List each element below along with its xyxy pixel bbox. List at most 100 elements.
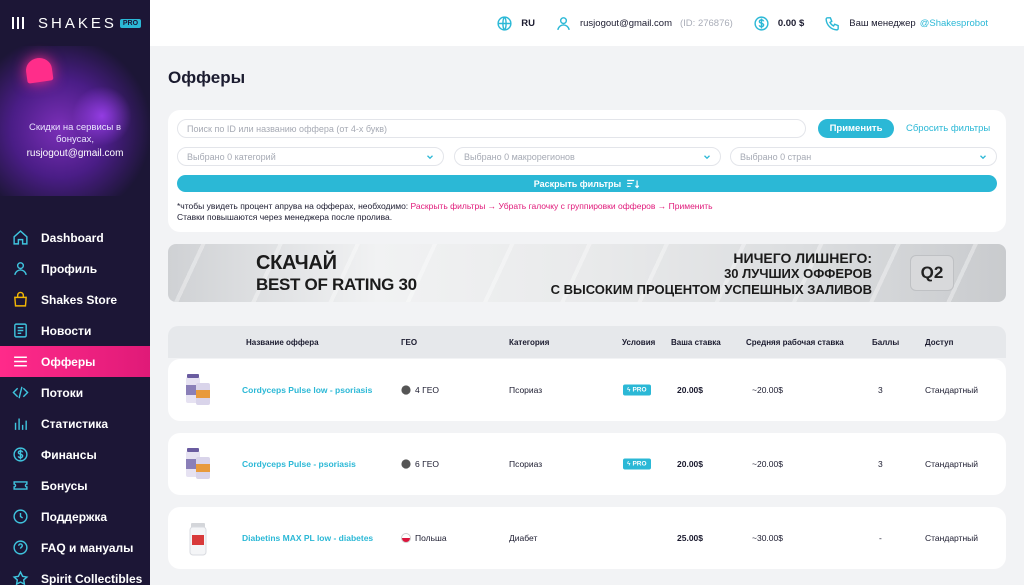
offer-category: Диабет (509, 533, 538, 543)
user-icon (12, 260, 29, 277)
header-points[interactable]: Баллы (872, 338, 899, 347)
offer-access: Стандартный (925, 533, 979, 543)
banner-left-line-1: СКАЧАЙ (256, 252, 337, 274)
logo-text: SHAKES (38, 14, 117, 32)
header-geo[interactable]: ГЕО (401, 338, 417, 347)
sidebar-item-profile[interactable]: Профиль (0, 253, 150, 284)
sidebar-item-bonuses[interactable]: Бонусы (0, 470, 150, 501)
offer-access: Стандартный (925, 385, 979, 395)
macroregion-select-value: Выбрано 0 макрорегионов (464, 151, 575, 162)
code-icon (12, 384, 29, 401)
offer-points: - (879, 533, 882, 543)
sidebar-item-news[interactable]: Новости (0, 315, 150, 346)
table-row[interactable]: Cordyceps Pulse - psoriasis 6 ГЕО Псориа… (168, 433, 1006, 495)
offer-avg-rate: ~20.00$ (752, 459, 783, 469)
main-content: Офферы Применить Сбросить фильтры Выбран… (150, 46, 1024, 585)
banner-right-line-3: С ВЫСОКИМ ПРОЦЕНТОМ УСПЕШНЫХ ЗАЛИВОВ (550, 282, 872, 297)
category-select[interactable]: Выбрано 0 категорий (177, 147, 444, 166)
search-input[interactable] (177, 119, 806, 138)
balance[interactable]: 0.00 $ (753, 15, 804, 32)
header-conditions[interactable]: Условия (622, 338, 655, 347)
header-access[interactable]: Доступ (925, 338, 953, 347)
header-avg-rate[interactable]: Средняя рабочая ставка (746, 338, 844, 347)
promo-banner[interactable]: Скидки на сервисы в бонусах, rusjogout@g… (0, 46, 150, 196)
promo-banner-rating[interactable]: СКАЧАЙ BEST OF RATING 30 НИЧЕГО ЛИШНЕГО:… (168, 244, 1006, 302)
sidebar-item-faq[interactable]: FAQ и мануалы (0, 532, 150, 563)
sidebar-item-finance[interactable]: Финансы (0, 439, 150, 470)
sidebar-nav: Dashboard Профиль Shakes Store Новости О… (0, 222, 150, 585)
table-row[interactable]: Cordyceps Pulse low - psoriasis 4 ГЕО Пс… (168, 359, 1006, 421)
sidebar-item-flows[interactable]: Потоки (0, 377, 150, 408)
sidebar-item-label: Офферы (41, 354, 96, 369)
table-row[interactable]: Diabetins MAX PL low - diabetes Польша Д… (168, 507, 1006, 569)
banner-left-text: СКАЧАЙ BEST OF RATING 30 (256, 252, 417, 296)
sidebar-item-label: Spirit Collectibles (41, 571, 143, 585)
sidebar-item-label: FAQ и мануалы (41, 540, 134, 555)
manager-contact[interactable]: Ваш менеджер @Shakesprobot (824, 15, 988, 32)
sidebar-item-label: Бонусы (41, 478, 88, 493)
offer-points: 3 (878, 385, 883, 395)
offers-table-header: Название оффера ГЕО Категория Условия Ва… (168, 326, 1006, 358)
page-title: Офферы (168, 68, 246, 87)
filter-note: *чтобы увидеть процент апрува на офферах… (177, 201, 713, 223)
sidebar-item-dashboard[interactable]: Dashboard (0, 222, 150, 253)
header-your-rate[interactable]: Ваша ставка (671, 338, 721, 347)
news-icon (12, 322, 29, 339)
reset-filters-link[interactable]: Сбросить фильтры (906, 123, 990, 134)
banner-right-line-1: НИЧЕГО ЛИШНЕГО: (733, 250, 872, 266)
manager-handle[interactable]: @Shakesprobot (920, 18, 988, 29)
user-account[interactable]: rusjogout@gmail.com (ID: 276876) (555, 15, 733, 32)
expand-filters-button[interactable]: Раскрыть фильтры (177, 175, 997, 192)
manager-label: Ваш менеджер (849, 17, 916, 29)
product-image (186, 448, 210, 479)
sidebar-item-store[interactable]: Shakes Store (0, 284, 150, 315)
ticket-icon (12, 477, 29, 494)
offer-name-link[interactable]: Cordyceps Pulse low - psoriasis (242, 385, 372, 395)
product-image (186, 374, 210, 405)
apply-button[interactable]: Применить (818, 119, 894, 138)
logo[interactable]: SHAKES PRO (38, 14, 142, 32)
offer-geo: 4 ГЕО (401, 385, 439, 395)
offer-geo-value: Польша (415, 533, 447, 543)
banner-left-line-2: BEST OF RATING 30 (256, 275, 417, 294)
pro-badge-label: PRO (632, 460, 647, 468)
language-switcher[interactable]: RU (496, 15, 535, 32)
sidebar-item-label: Новости (41, 323, 92, 338)
faq-icon (12, 539, 29, 556)
offer-geo: 6 ГЕО (401, 459, 439, 469)
menu-icon[interactable] (12, 17, 24, 29)
category-select-value: Выбрано 0 категорий (187, 151, 276, 162)
phone-icon (825, 16, 840, 31)
header-category[interactable]: Категория (509, 338, 549, 347)
note-prefix: *чтобы увидеть процент апрува на офферах… (177, 201, 411, 211)
banner-right-text: НИЧЕГО ЛИШНЕГО: 30 ЛУЧШИХ ОФФЕРОВ С ВЫСО… (551, 250, 872, 298)
offer-geo: Польша (401, 533, 447, 543)
offer-geo-value: 6 ГЕО (415, 459, 439, 469)
lightning-icon: ϟ (627, 460, 631, 468)
sidebar-item-label: Статистика (41, 416, 109, 431)
top-header: RU rusjogout@gmail.com (ID: 276876) 0.00… (150, 0, 1024, 46)
offer-name-link[interactable]: Cordyceps Pulse - psoriasis (242, 459, 356, 469)
chevron-down-icon (427, 154, 433, 159)
sidebar-item-label: Финансы (41, 447, 97, 462)
header-name[interactable]: Название оффера (246, 338, 319, 347)
dollar-icon (12, 446, 29, 463)
sidebar-item-label: Shakes Store (41, 292, 118, 307)
offer-rate: 25.00$ (677, 533, 703, 543)
poland-flag-icon (401, 533, 411, 543)
macroregion-select[interactable]: Выбрано 0 макрорегионов (454, 147, 721, 166)
offers-icon (12, 353, 29, 370)
offer-name-link[interactable]: Diabetins MAX PL low - diabetes (242, 533, 373, 543)
heart-icon (24, 56, 54, 84)
sidebar-item-collectibles[interactable]: Spirit Collectibles (0, 563, 150, 585)
sidebar-item-offers[interactable]: Офферы (0, 346, 150, 377)
offer-rate: 20.00$ (677, 385, 703, 395)
country-select-value: Выбрано 0 стран (740, 151, 812, 162)
country-select[interactable]: Выбрано 0 стран (730, 147, 997, 166)
globe-icon (401, 459, 411, 469)
chevron-down-icon (704, 154, 710, 159)
sidebar-item-support[interactable]: Поддержка (0, 501, 150, 532)
sidebar-item-stats[interactable]: Статистика (0, 408, 150, 439)
sidebar-item-label: Потоки (41, 385, 84, 400)
note-steps: Раскрыть фильтры → Убрать галочку с груп… (410, 201, 713, 211)
